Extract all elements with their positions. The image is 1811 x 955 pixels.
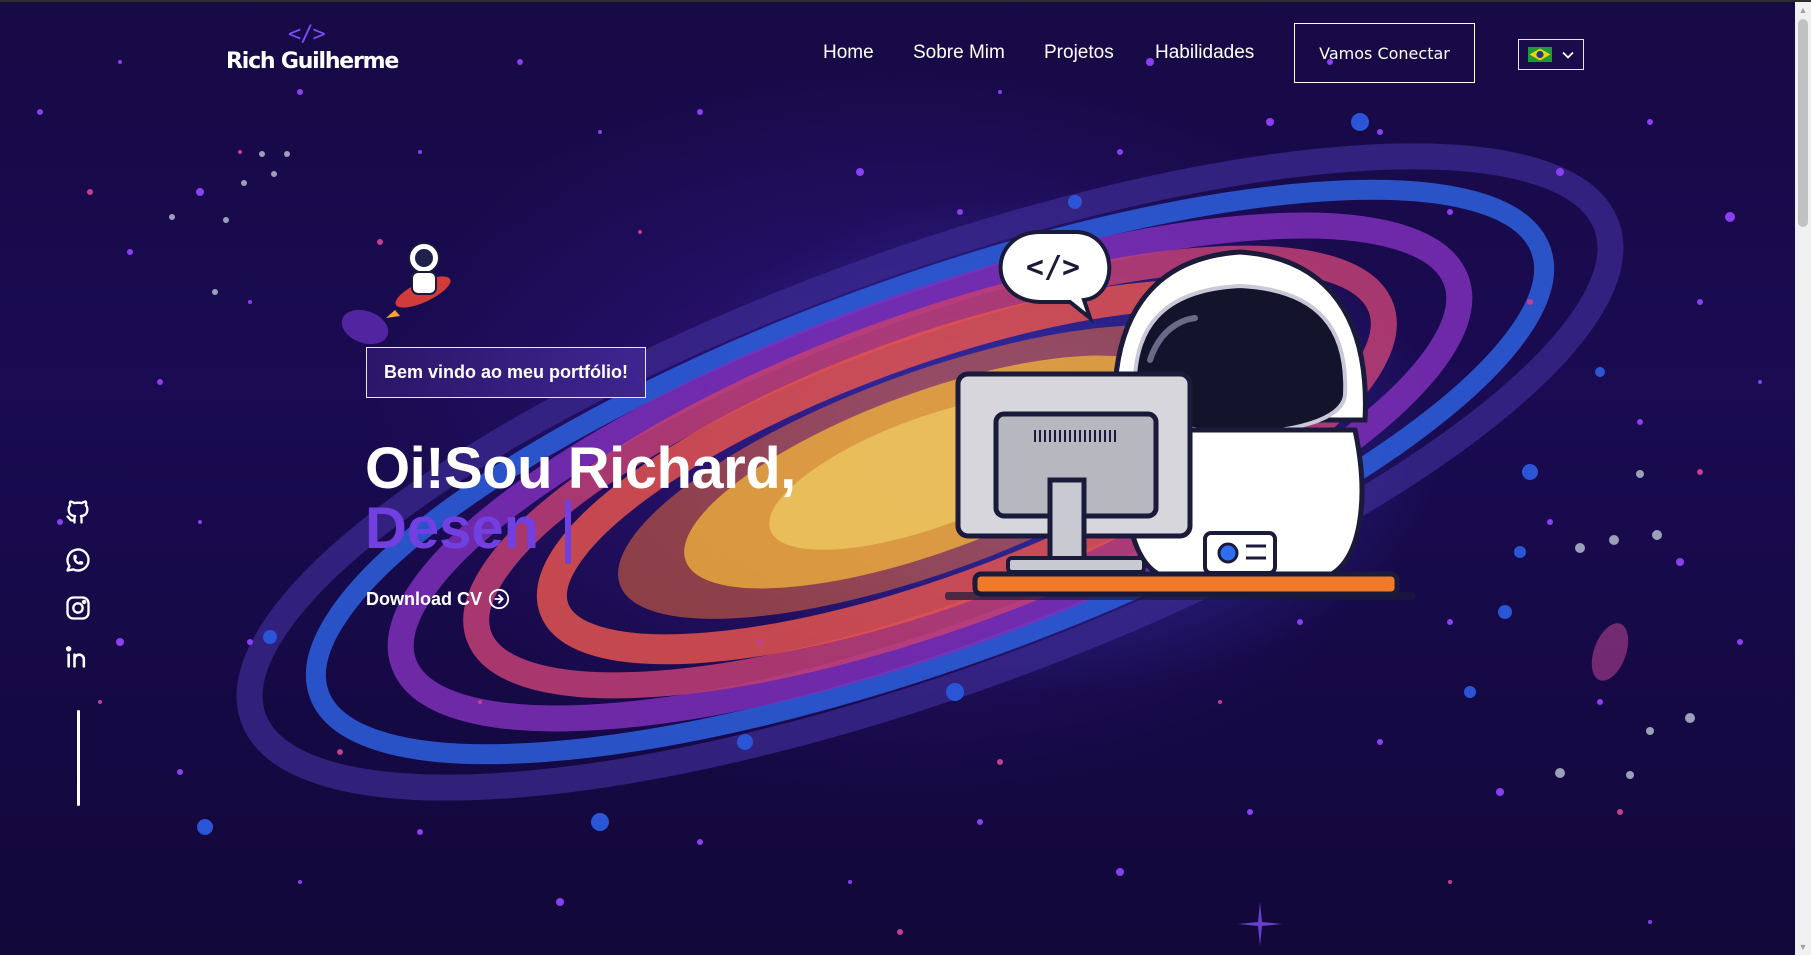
hero-typed-text: Desen: [365, 496, 540, 561]
chevron-down-icon: [1562, 51, 1574, 59]
page-background: [0, 2, 1795, 955]
sidebar-divider: [77, 710, 80, 806]
linkedin-icon: [65, 646, 86, 668]
logo-text: Rich Guilherme: [226, 49, 399, 74]
scroll-down-arrow-icon[interactable]: ▼: [1795, 939, 1811, 955]
download-cv-label: Download CV: [366, 588, 482, 609]
welcome-badge: Bem vindo ao meu portfólio!: [366, 347, 646, 398]
arrow-right-circle-icon: [488, 588, 510, 610]
speech-bubble-code: </>: [1025, 250, 1081, 285]
scroll-thumb[interactable]: [1798, 19, 1808, 227]
whatsapp-link[interactable]: [63, 545, 93, 575]
logo-code-icon: </>: [288, 22, 326, 47]
instagram-icon: [66, 596, 90, 620]
nav-projetos[interactable]: Projetos: [1044, 42, 1114, 64]
github-icon: [66, 500, 89, 524]
brazil-flag-icon: [1528, 47, 1552, 62]
space-background: [37, 58, 1762, 946]
instagram-link[interactable]: [63, 593, 93, 623]
download-cv-button[interactable]: Download CV: [366, 588, 510, 610]
brand-logo[interactable]: </> Rich Guilherme: [226, 22, 399, 82]
nav-sobre-mim[interactable]: Sobre Mim: [913, 42, 1005, 64]
github-link[interactable]: [63, 497, 93, 527]
scroll-up-arrow-icon[interactable]: ▲: [1795, 2, 1811, 18]
language-selector[interactable]: [1518, 39, 1584, 70]
page-scrollbar[interactable]: ▲ ▼: [1795, 2, 1811, 955]
nav-home[interactable]: Home: [823, 42, 874, 64]
typing-cursor: [565, 500, 571, 564]
connect-button[interactable]: Vamos Conectar: [1294, 23, 1475, 83]
hero-title: Oi!Sou Richard,: [365, 436, 796, 501]
linkedin-link[interactable]: [63, 642, 93, 672]
nav-habilidades[interactable]: Habilidades: [1155, 42, 1254, 64]
whatsapp-icon: [66, 548, 90, 572]
